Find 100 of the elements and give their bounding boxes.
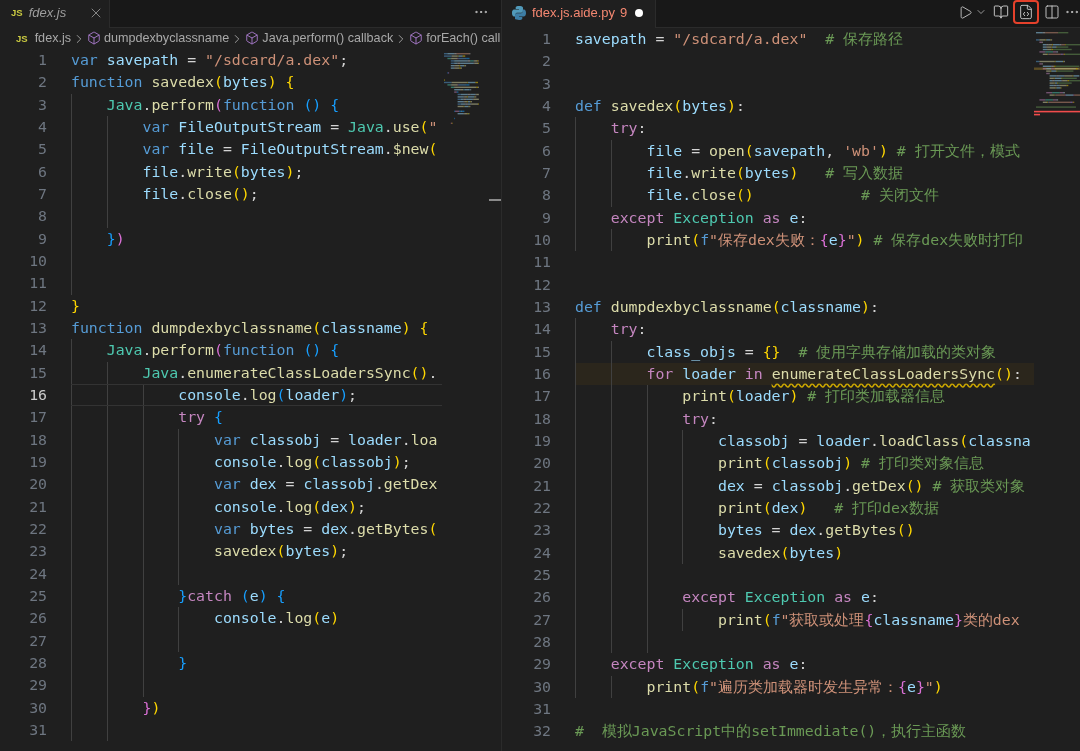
code-line: console.log(e) xyxy=(214,608,340,630)
line-number: 25 xyxy=(533,564,551,586)
code-line: try { xyxy=(178,407,223,429)
code-line: var savepath = "/sdcard/a.dex"; xyxy=(71,50,349,71)
line-number: 18 xyxy=(29,429,47,451)
code-line: print(loader) # 打印类加载器信息 xyxy=(682,386,946,408)
code-line: Java.perform(function () { xyxy=(106,94,340,116)
code-line: def savedex(bytes): xyxy=(575,96,745,117)
line-number: 21 xyxy=(533,475,551,497)
code-line: for loader in enumerateClassLoadersSync(): xyxy=(646,363,1022,385)
code-line: # 模拟JavaScript中的setImmediate()，执行主函数 xyxy=(575,721,967,743)
line-number: 24 xyxy=(533,542,551,564)
code-line: file.close() # 关闭文件 xyxy=(646,185,939,207)
code-line: def dumpdexbyclassname(classname): xyxy=(575,296,879,318)
code-line: function savedex(bytes) { xyxy=(71,72,295,94)
line-number: 30 xyxy=(29,697,47,719)
code-line: } xyxy=(71,295,80,317)
code-line: file.write(bytes) # 写入数据 xyxy=(646,162,904,184)
code-line: print(dex) # 打印dex数据 xyxy=(718,497,939,519)
line-number: 20 xyxy=(533,453,551,475)
file-code-icon[interactable] xyxy=(1018,4,1034,20)
line-number: 26 xyxy=(29,608,47,630)
line-number: 3 xyxy=(542,73,551,95)
code-line: try: xyxy=(610,319,647,341)
code-line: }) xyxy=(106,228,125,250)
line-number: 23 xyxy=(533,520,551,542)
code-line: except Exception as e: xyxy=(610,207,808,229)
code-line: savedex(bytes); xyxy=(214,541,349,563)
code-line: file = open(savepath, 'wb') # 打开文件，模式 xyxy=(646,140,1020,162)
line-number: 14 xyxy=(533,319,551,341)
line-number: 26 xyxy=(533,587,551,609)
line-number: 5 xyxy=(542,118,551,140)
line-number: 6 xyxy=(542,140,551,162)
line-number: 31 xyxy=(533,698,551,720)
line-number: 23 xyxy=(29,541,47,563)
code-line: console.log(loader); xyxy=(178,384,357,406)
line-number: 27 xyxy=(533,609,551,631)
position-marker-icon xyxy=(489,199,501,201)
editor-tab[interactable]: fdex.js.aide.py 9 xyxy=(502,0,657,28)
breadcrumb-item[interactable]: JS fdex.js xyxy=(16,29,72,48)
line-number: 12 xyxy=(29,295,47,317)
line-number: 2 xyxy=(38,72,47,94)
code-line: var FileOutputStream = Java.use(" xyxy=(142,117,438,138)
line-number: 17 xyxy=(533,386,551,408)
code-line: print(f"保存dex失败：{e}") # 保存dex失败时打印 xyxy=(646,229,1024,251)
code-line: try: xyxy=(610,118,647,140)
line-number: 7 xyxy=(542,163,551,184)
line-number: 2 xyxy=(542,51,551,73)
line-number: 9 xyxy=(542,207,551,229)
problem-count: 9 xyxy=(620,3,628,22)
book-icon[interactable] xyxy=(993,4,1009,20)
code-line: file.write(bytes); xyxy=(142,161,304,183)
cube-icon xyxy=(409,31,424,46)
code-line: except Exception as e: xyxy=(610,654,808,676)
line-number: 28 xyxy=(29,652,47,674)
line-number: 10 xyxy=(29,251,47,272)
run-icon[interactable] xyxy=(957,4,973,20)
code-line: Java.enumerateClassLoadersSync(). xyxy=(142,362,438,384)
line-number: 12 xyxy=(533,274,551,296)
js-file-icon: JS xyxy=(11,7,23,18)
line-number: 3 xyxy=(38,94,47,116)
line-number: 21 xyxy=(29,496,47,518)
line-number: 11 xyxy=(29,273,47,295)
line-number: 14 xyxy=(29,340,47,362)
line-number: 27 xyxy=(29,630,47,652)
code-line: }catch (e) { xyxy=(178,585,286,607)
code-line: var classobj = loader.loa xyxy=(214,429,438,451)
line-number: 4 xyxy=(38,117,47,138)
line-number: 16 xyxy=(533,363,551,385)
line-number: 19 xyxy=(29,451,47,473)
line-number: 22 xyxy=(533,497,551,519)
breadcrumb-item[interactable]: forEach() call xyxy=(409,29,501,48)
line-number: 8 xyxy=(38,206,47,228)
line-number: 13 xyxy=(533,296,551,318)
code-line: try: xyxy=(682,408,718,430)
breadcrumb-item[interactable]: Java.perform() callback xyxy=(245,29,394,48)
code-line: classobj = loader.loadClass(classna xyxy=(718,430,1031,452)
code-line: file.close(); xyxy=(142,183,259,205)
code-line: }) xyxy=(142,697,161,719)
line-number: 28 xyxy=(533,631,551,653)
code-line: console.log(classobj); xyxy=(214,451,411,473)
line-number: 15 xyxy=(533,341,551,363)
code-line: print(classobj) # 打印类对象信息 xyxy=(718,453,984,475)
line-number: 19 xyxy=(533,430,551,452)
line-number: 18 xyxy=(533,408,551,430)
line-number: 7 xyxy=(38,184,47,205)
line-number: 6 xyxy=(38,161,47,183)
editor-tab[interactable]: JS fdex.js xyxy=(0,0,111,28)
code-line: print(f"遍历类加载器时发生异常：{e}") xyxy=(646,676,943,698)
line-number: 20 xyxy=(29,474,47,496)
line-number: 22 xyxy=(29,518,47,540)
line-number: 24 xyxy=(29,563,47,585)
code-line: Java.perform(function () { xyxy=(106,340,340,362)
code-line: savedex(bytes) xyxy=(718,542,844,564)
breadcrumb-item[interactable]: dumpdexbyclassname xyxy=(87,29,230,48)
code-line: } xyxy=(178,652,188,674)
line-number: 32 xyxy=(533,721,551,743)
split-editor-icon[interactable] xyxy=(1044,4,1060,20)
code-line: bytes = dex.getBytes() xyxy=(718,520,915,542)
line-number: 30 xyxy=(533,676,551,698)
